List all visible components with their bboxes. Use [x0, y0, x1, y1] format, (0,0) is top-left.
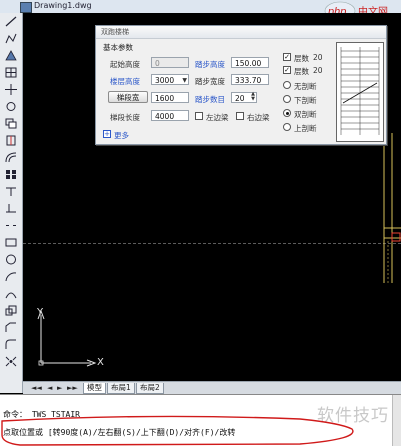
copy-icon[interactable]: [5, 118, 17, 129]
polyline-icon[interactable]: [5, 33, 17, 44]
scale-icon[interactable]: [5, 305, 17, 316]
stair-width-button[interactable]: 梯段宽: [108, 91, 148, 103]
step-count-spinner[interactable]: 20 ▲ ▼: [231, 92, 257, 103]
line-icon[interactable]: [5, 16, 17, 27]
mirror-icon[interactable]: [5, 135, 17, 146]
group-title: 基本参数: [103, 43, 133, 52]
command-scrollbar[interactable]: [392, 395, 401, 446]
step-count-value: 20: [235, 94, 245, 103]
move-icon[interactable]: [5, 84, 17, 95]
step-width-input[interactable]: 333.70: [231, 74, 269, 85]
floor-height-label[interactable]: 楼层高度: [110, 76, 140, 87]
radio-no-break-label: 无剖断: [294, 82, 317, 91]
spin-arrows-icon[interactable]: ▲ ▼: [251, 92, 255, 102]
rectangle-icon[interactable]: [5, 237, 17, 248]
draw-toolbar: [0, 13, 23, 393]
radio-lower-break[interactable]: [283, 95, 291, 103]
tab-layout2[interactable]: 布局2: [136, 383, 164, 394]
radio-no-break[interactable]: [283, 81, 291, 89]
step-height-input[interactable]: 150.00: [231, 57, 269, 68]
right-edge-label: 右边梁: [247, 113, 270, 122]
watermark-text: 软件技巧: [317, 406, 389, 426]
construction-line: [23, 243, 401, 244]
option2-label: 层数: [294, 67, 309, 76]
floor-height-combo[interactable]: 3000 ▼: [151, 74, 189, 85]
stretch-icon[interactable]: [5, 288, 17, 299]
step-width-label: 踏步宽度: [195, 77, 225, 86]
command-area[interactable]: 命令： TWS_TSTAIR 点取位置或 [转90度(A)/左右翻(S)/上下翻…: [0, 394, 401, 446]
explode-icon[interactable]: [5, 356, 17, 367]
option1-label: 层数: [294, 54, 309, 63]
expand-icon[interactable]: +: [103, 130, 111, 138]
right-edge-checkbox[interactable]: [236, 112, 244, 120]
option2-checkbox[interactable]: ✓: [283, 66, 291, 74]
tab-layout1[interactable]: 布局1: [107, 383, 135, 394]
option1-value: 20: [313, 53, 323, 62]
tab-first-button[interactable]: ◄◄: [31, 384, 42, 392]
radio-upper-break[interactable]: [283, 123, 291, 131]
command-prompt[interactable]: 点取位置或 [转90度(A)/左右翻(S)/上下翻(D)/对齐(F)/改转: [3, 427, 235, 438]
window-title: Drawing1.dwg: [34, 1, 92, 10]
stair-length-label: 梯段长度: [110, 113, 140, 122]
dialog-title: 双跑楼梯: [96, 26, 386, 39]
tab-prev-button[interactable]: ◄: [47, 384, 52, 392]
tab-model[interactable]: 模型: [83, 383, 106, 394]
start-height-input[interactable]: 0: [151, 57, 189, 68]
command-history: 命令： TWS_TSTAIR: [3, 410, 80, 419]
arc-icon[interactable]: [5, 271, 17, 282]
left-edge-checkbox[interactable]: [195, 112, 203, 120]
extend-icon[interactable]: [5, 203, 17, 214]
layout-tabs: ◄◄ ◄ ► ►► 模型 布局1 布局2: [23, 381, 401, 394]
step-height-label[interactable]: 踏步高度: [195, 59, 225, 70]
ucs-x-label: X: [97, 357, 104, 368]
break-icon[interactable]: [5, 220, 17, 231]
tab-next-button[interactable]: ►: [57, 384, 62, 392]
option1-checkbox[interactable]: ✓: [283, 53, 291, 61]
step-count-label[interactable]: 踏步数目: [195, 94, 225, 105]
trim-icon[interactable]: [5, 186, 17, 197]
chamfer-icon[interactable]: [5, 322, 17, 333]
grid-icon[interactable]: [5, 67, 17, 78]
radio-lower-break-label: 下剖断: [294, 96, 317, 105]
ucs-y-label: Y: [37, 307, 44, 318]
more-link[interactable]: 更多: [114, 130, 129, 141]
stair-preview: [336, 42, 384, 142]
option2-value: 20: [313, 66, 323, 75]
rotate-icon[interactable]: [5, 101, 17, 112]
chevron-down-icon[interactable]: ▼: [182, 75, 187, 86]
stair-dialog: 双跑楼梯 基本参数 起始高度 0 踏步高度 150.00 楼层高度 3000 ▼…: [95, 25, 387, 145]
triangle-icon[interactable]: [5, 50, 17, 61]
stair-width-input[interactable]: 1600: [151, 92, 189, 103]
start-height-label: 起始高度: [110, 60, 140, 69]
stair-drawing: [383, 133, 401, 283]
app-icon: [20, 2, 32, 13]
circle-icon[interactable]: [5, 254, 17, 265]
stair-length-input[interactable]: 4000: [151, 110, 189, 121]
fillet-icon[interactable]: [5, 339, 17, 350]
array-icon[interactable]: [5, 169, 17, 180]
radio-double-break[interactable]: [283, 109, 291, 117]
floor-height-value: 3000: [155, 76, 175, 85]
radio-double-break-label: 双剖断: [294, 110, 317, 119]
radio-upper-break-label: 上剖断: [294, 124, 317, 133]
offset-icon[interactable]: [5, 152, 17, 163]
left-edge-label: 左边梁: [206, 113, 229, 122]
tab-last-button[interactable]: ►►: [67, 384, 78, 392]
